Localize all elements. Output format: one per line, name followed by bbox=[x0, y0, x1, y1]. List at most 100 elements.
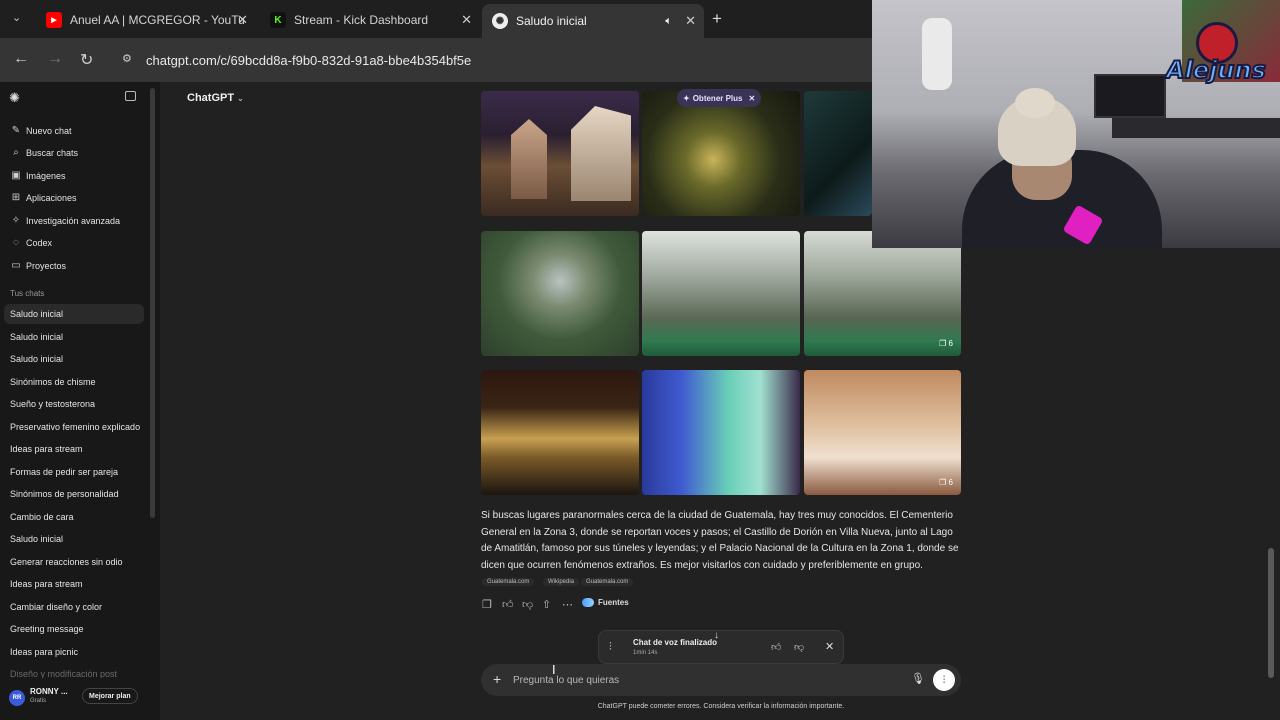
forward-icon[interactable]: → bbox=[47, 50, 63, 68]
upgrade-button[interactable]: Mejorar plan bbox=[82, 688, 138, 704]
sidebar-item-label: Imágenes bbox=[26, 170, 66, 181]
chat-list-item[interactable]: Saludo inicial bbox=[10, 309, 63, 319]
sidebar-item-codex[interactable]: ◌ Codex bbox=[10, 237, 52, 248]
disclaimer: ChatGPT puede cometer errores. Considera… bbox=[597, 703, 845, 710]
alejuns-logo: Alejuns bbox=[1154, 22, 1278, 102]
chat-list-item[interactable]: Saludo inicial bbox=[10, 332, 63, 342]
tab-youtube[interactable]: ▶ Anuel AA | MCGREGOR - YouTu ✕ bbox=[36, 6, 256, 34]
chat-list-item[interactable]: Ideas para stream bbox=[10, 444, 83, 454]
tab-chatgpt[interactable]: ✺ Saludo inicial 🔈︎ ✕ bbox=[482, 4, 704, 38]
site-settings-icon[interactable]: ⚙ bbox=[122, 52, 132, 65]
sources-button[interactable]: Fuentes bbox=[582, 598, 629, 607]
chatgpt-icon: ✺ bbox=[492, 13, 508, 29]
copy-icon[interactable]: ❐ bbox=[482, 598, 492, 611]
apps-icon: ⊞ bbox=[11, 192, 21, 203]
voice-mode-button[interactable]: ⫶ bbox=[933, 669, 955, 691]
text-cursor-icon: I bbox=[552, 662, 556, 677]
sidebar-item-images[interactable]: ▣ Imágenes bbox=[10, 170, 66, 181]
source-favicons-icon bbox=[582, 598, 594, 607]
image-cemetery-partial[interactable] bbox=[804, 91, 872, 216]
research-icon: ✧ bbox=[11, 215, 21, 226]
chat-list-item[interactable]: Greeting message bbox=[10, 624, 84, 634]
chat-list-item[interactable]: Saludo inicial bbox=[10, 354, 63, 364]
more-icon[interactable]: ⋯ bbox=[562, 598, 573, 611]
waveform-icon: ⫶ bbox=[609, 641, 612, 653]
sidebar-item-new-chat[interactable]: ✎ Nuevo chat bbox=[10, 125, 72, 136]
share-icon[interactable]: ⇧ bbox=[542, 598, 551, 611]
tab-list-chevron-icon[interactable]: ⌄ bbox=[12, 11, 21, 24]
sidebar-item-apps[interactable]: ⊞ Aplicaciones bbox=[10, 192, 77, 203]
sidebar-scrollbar[interactable] bbox=[150, 88, 155, 518]
prompt-input[interactable] bbox=[513, 671, 893, 689]
tab-kick[interactable]: K Stream - Kick Dashboard ✕ bbox=[260, 6, 480, 34]
chat-list-item[interactable]: Cambiar diseño y color bbox=[10, 602, 102, 612]
sidebar-item-projects[interactable]: ▭ Proyectos bbox=[10, 260, 66, 271]
image-palace-lights[interactable] bbox=[642, 370, 800, 495]
reload-icon[interactable]: ↻ bbox=[80, 50, 93, 70]
waveform-icon: ⫶ bbox=[942, 674, 946, 686]
chevron-down-icon: ⌄ bbox=[237, 94, 244, 103]
sidebar-item-label: Codex bbox=[26, 237, 53, 248]
thumbs-down-icon[interactable]: 👎︎ bbox=[794, 641, 804, 653]
chat-list-item[interactable]: Sueño y testosterona bbox=[10, 399, 95, 409]
image-castle-lake[interactable] bbox=[642, 231, 800, 356]
sidebar: ✺ ✎ Nuevo chat ⌕ Buscar chats ▣ Imágenes ⊞ A… bbox=[0, 82, 160, 720]
source-chip[interactable]: Guatemala.com bbox=[482, 578, 535, 586]
chat-list-item[interactable]: Formas de pedir ser pareja bbox=[10, 467, 118, 477]
close-icon[interactable]: ✕ bbox=[749, 94, 756, 103]
banner-label: Obtener Plus bbox=[692, 93, 743, 103]
chat-list-item[interactable]: Sinónimos de chisme bbox=[10, 377, 96, 387]
speaker-icon[interactable]: 🔈︎ bbox=[665, 15, 672, 28]
image-castle-forest[interactable] bbox=[481, 231, 639, 356]
chat-list-item[interactable]: Cambio de cara bbox=[10, 512, 74, 522]
tab-title: Saludo inicial bbox=[516, 14, 587, 28]
source-chip[interactable]: Guatemala.com bbox=[581, 578, 634, 586]
voice-chat-ended-bar: ⫶ Chat de voz finalizado 1min 14s 👍︎ 👎︎ … bbox=[598, 630, 844, 664]
chat-list-item[interactable]: Generar reacciones sin odio bbox=[10, 557, 123, 567]
attach-plus-icon[interactable]: + bbox=[493, 671, 501, 687]
thumbs-down-icon[interactable]: 👎︎ bbox=[522, 598, 533, 611]
source-chip[interactable]: Wikipedia bbox=[543, 578, 580, 586]
more-images-badge[interactable]: ❐ 6 bbox=[939, 339, 953, 348]
sidebar-item-label: Aplicaciones bbox=[26, 192, 77, 203]
address-bar[interactable]: ⚙ chatgpt.com/c/69bcdd8a-f9b0-832d-91a8-… bbox=[112, 44, 872, 76]
scroll-down-icon[interactable]: ↓ bbox=[714, 630, 719, 641]
image-palace-night[interactable] bbox=[481, 370, 639, 495]
chat-list-item[interactable]: Preservativo femenino explicado bbox=[10, 422, 140, 432]
more-images-badge[interactable]: ❐ 6 bbox=[939, 478, 953, 487]
image-cemetery-night[interactable] bbox=[481, 91, 639, 216]
section-label: Tus chats bbox=[10, 289, 45, 298]
close-tab-icon[interactable]: ✕ bbox=[685, 13, 696, 29]
image-palace-interior[interactable]: ❐ 6 bbox=[804, 370, 961, 495]
obtener-plus-banner[interactable]: ✦ Obtener Plus ✕ bbox=[677, 89, 762, 107]
image-icon: ▣ bbox=[11, 170, 21, 181]
back-icon[interactable]: ← bbox=[13, 50, 29, 68]
close-tab-icon[interactable]: ✕ bbox=[461, 12, 472, 28]
tab-title: Anuel AA | MCGREGOR - YouTu bbox=[70, 13, 245, 27]
image-castle-lake-2[interactable]: ❐ 6 bbox=[804, 231, 961, 356]
close-tab-icon[interactable]: ✕ bbox=[237, 12, 248, 28]
model-selector[interactable]: ChatGPT ⌄ bbox=[187, 92, 244, 104]
desk bbox=[1112, 118, 1280, 138]
sparkle-icon: ✦ bbox=[683, 93, 690, 103]
chat-list-item[interactable]: Ideas para stream bbox=[10, 579, 83, 589]
thumbs-up-icon[interactable]: 👍︎ bbox=[502, 598, 514, 611]
chat-list-item[interactable]: Sinónimos de personalidad bbox=[10, 489, 119, 499]
sidebar-item-label: Nuevo chat bbox=[26, 125, 72, 136]
user-plan: Gratis bbox=[30, 698, 47, 704]
close-icon[interactable]: ✕ bbox=[825, 640, 834, 653]
sidebar-item-search[interactable]: ⌕ Buscar chats bbox=[10, 147, 78, 158]
openai-logo-icon[interactable]: ✺ bbox=[9, 90, 20, 106]
image-cemetery-alley[interactable] bbox=[642, 91, 800, 216]
voice-title: Chat de voz finalizado bbox=[633, 638, 718, 647]
new-tab-icon[interactable]: + bbox=[712, 9, 722, 29]
sidebar-item-research[interactable]: ✧ Investigación avanzada bbox=[10, 215, 120, 226]
thumbs-up-icon[interactable]: 👍︎ bbox=[771, 641, 781, 653]
microphone-icon[interactable]: 🎙︎ bbox=[911, 672, 925, 685]
more-count: 6 bbox=[948, 478, 953, 487]
main-scrollbar[interactable] bbox=[1268, 548, 1274, 678]
avatar[interactable]: RR bbox=[9, 690, 25, 706]
toggle-sidebar-icon[interactable] bbox=[125, 91, 136, 101]
chat-list-item[interactable]: Saludo inicial bbox=[10, 534, 63, 544]
chat-list-item[interactable]: Ideas para picnic bbox=[10, 647, 78, 657]
